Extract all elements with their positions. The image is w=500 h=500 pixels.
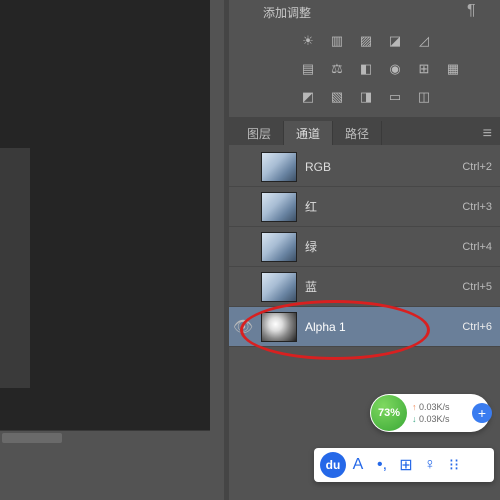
channel-thumbnail bbox=[261, 232, 297, 262]
baidu-toolbar[interactable]: du A •, ⊞ ♀ ⁝⁝ bbox=[314, 448, 494, 482]
channel-thumbnail bbox=[261, 272, 297, 302]
baidu-tool-grid[interactable]: ⁝⁝ bbox=[442, 455, 466, 475]
baidu-tool-keyboard[interactable]: ⊞ bbox=[394, 455, 418, 475]
baidu-tool-punct[interactable]: •, bbox=[370, 456, 394, 474]
adjustments-title: 添加调整 bbox=[229, 0, 500, 27]
network-speeds: 0.03K/s 0.03K/s bbox=[408, 401, 450, 425]
posterize-icon[interactable]: ▧ bbox=[326, 87, 348, 107]
canvas-area[interactable] bbox=[0, 0, 210, 430]
vibrance-icon[interactable]: ◿ bbox=[413, 31, 435, 51]
text-tool-icon[interactable]: ¶ bbox=[467, 2, 479, 14]
channel-thumbnail bbox=[261, 152, 297, 182]
upload-speed: 0.03K/s bbox=[412, 401, 450, 413]
balance-icon[interactable]: ⚖ bbox=[326, 59, 348, 79]
hue-icon[interactable]: ▤ bbox=[297, 59, 319, 79]
network-monitor-widget[interactable]: 73% 0.03K/s 0.03K/s + bbox=[370, 394, 490, 432]
scrollbar-thumb[interactable] bbox=[2, 433, 62, 443]
plus-button[interactable]: + bbox=[472, 403, 492, 423]
levels-icon[interactable]: ▥ bbox=[326, 31, 348, 51]
curves-icon[interactable]: ▨ bbox=[355, 31, 377, 51]
selective-color-icon[interactable]: ◫ bbox=[413, 87, 435, 107]
channels-list: RGBCtrl+2红Ctrl+3绿Ctrl+4蓝Ctrl+5👁Alpha 1Ct… bbox=[229, 145, 500, 349]
channel-name: 绿 bbox=[305, 238, 462, 255]
channel-shortcut: Ctrl+3 bbox=[462, 201, 492, 213]
channel-thumbnail bbox=[261, 312, 297, 342]
channel-name: 蓝 bbox=[305, 278, 462, 295]
tab-paths[interactable]: 路径 bbox=[333, 121, 382, 145]
channel-name: RGB bbox=[305, 160, 462, 174]
bw-icon[interactable]: ◧ bbox=[355, 59, 377, 79]
channel-shortcut: Ctrl+4 bbox=[462, 241, 492, 253]
channel-shortcut: Ctrl+5 bbox=[462, 281, 492, 293]
channel-row[interactable]: 绿Ctrl+4 bbox=[229, 227, 500, 267]
photo-filter-icon[interactable]: ◉ bbox=[384, 59, 406, 79]
network-percent[interactable]: 73% bbox=[371, 395, 407, 431]
channel-row[interactable]: 蓝Ctrl+5 bbox=[229, 267, 500, 307]
visibility-icon[interactable] bbox=[233, 157, 253, 177]
channel-name: Alpha 1 bbox=[305, 320, 462, 334]
channel-shortcut: Ctrl+6 bbox=[462, 321, 492, 333]
color-lookup-icon[interactable]: ▦ bbox=[442, 59, 464, 79]
invert-icon[interactable]: ◩ bbox=[297, 87, 319, 107]
baidu-tool-text[interactable]: A bbox=[346, 456, 370, 474]
exposure-icon[interactable]: ◪ bbox=[384, 31, 406, 51]
channel-row[interactable]: 红Ctrl+3 bbox=[229, 187, 500, 227]
threshold-icon[interactable]: ◨ bbox=[355, 87, 377, 107]
panel-menu-icon[interactable]: ≡ bbox=[475, 121, 500, 145]
adjustments-row-2: ▤ ⚖ ◧ ◉ ⊞ ▦ bbox=[229, 55, 500, 83]
channel-mixer-icon[interactable]: ⊞ bbox=[413, 59, 435, 79]
adjustments-row-3: ◩ ▧ ◨ ▭ ◫ bbox=[229, 83, 500, 111]
visibility-icon[interactable] bbox=[233, 197, 253, 217]
channel-shortcut: Ctrl+2 bbox=[462, 161, 492, 173]
visibility-icon[interactable] bbox=[233, 277, 253, 297]
baidu-logo-icon[interactable]: du bbox=[320, 452, 346, 478]
channel-row[interactable]: RGBCtrl+2 bbox=[229, 147, 500, 187]
adjustments-row-1: ☀ ▥ ▨ ◪ ◿ bbox=[229, 27, 500, 55]
download-speed: 0.03K/s bbox=[412, 413, 450, 425]
panel-tabs: 图层 通道 路径 ≡ bbox=[229, 121, 500, 145]
brightness-icon[interactable]: ☀ bbox=[297, 31, 319, 51]
tab-layers[interactable]: 图层 bbox=[235, 121, 284, 145]
channel-thumbnail bbox=[261, 192, 297, 222]
channel-name: 红 bbox=[305, 198, 462, 215]
canvas-content bbox=[0, 148, 30, 388]
canvas-scrollbar-h[interactable] bbox=[0, 430, 210, 444]
channel-row[interactable]: 👁 Alpha 1Ctrl+6 bbox=[229, 307, 500, 347]
baidu-tool-person[interactable]: ♀ bbox=[418, 456, 442, 474]
visibility-icon[interactable] bbox=[233, 237, 253, 257]
visibility-icon[interactable]: 👁 bbox=[233, 317, 253, 337]
gradient-map-icon[interactable]: ▭ bbox=[384, 87, 406, 107]
tab-channels[interactable]: 通道 bbox=[284, 121, 333, 145]
